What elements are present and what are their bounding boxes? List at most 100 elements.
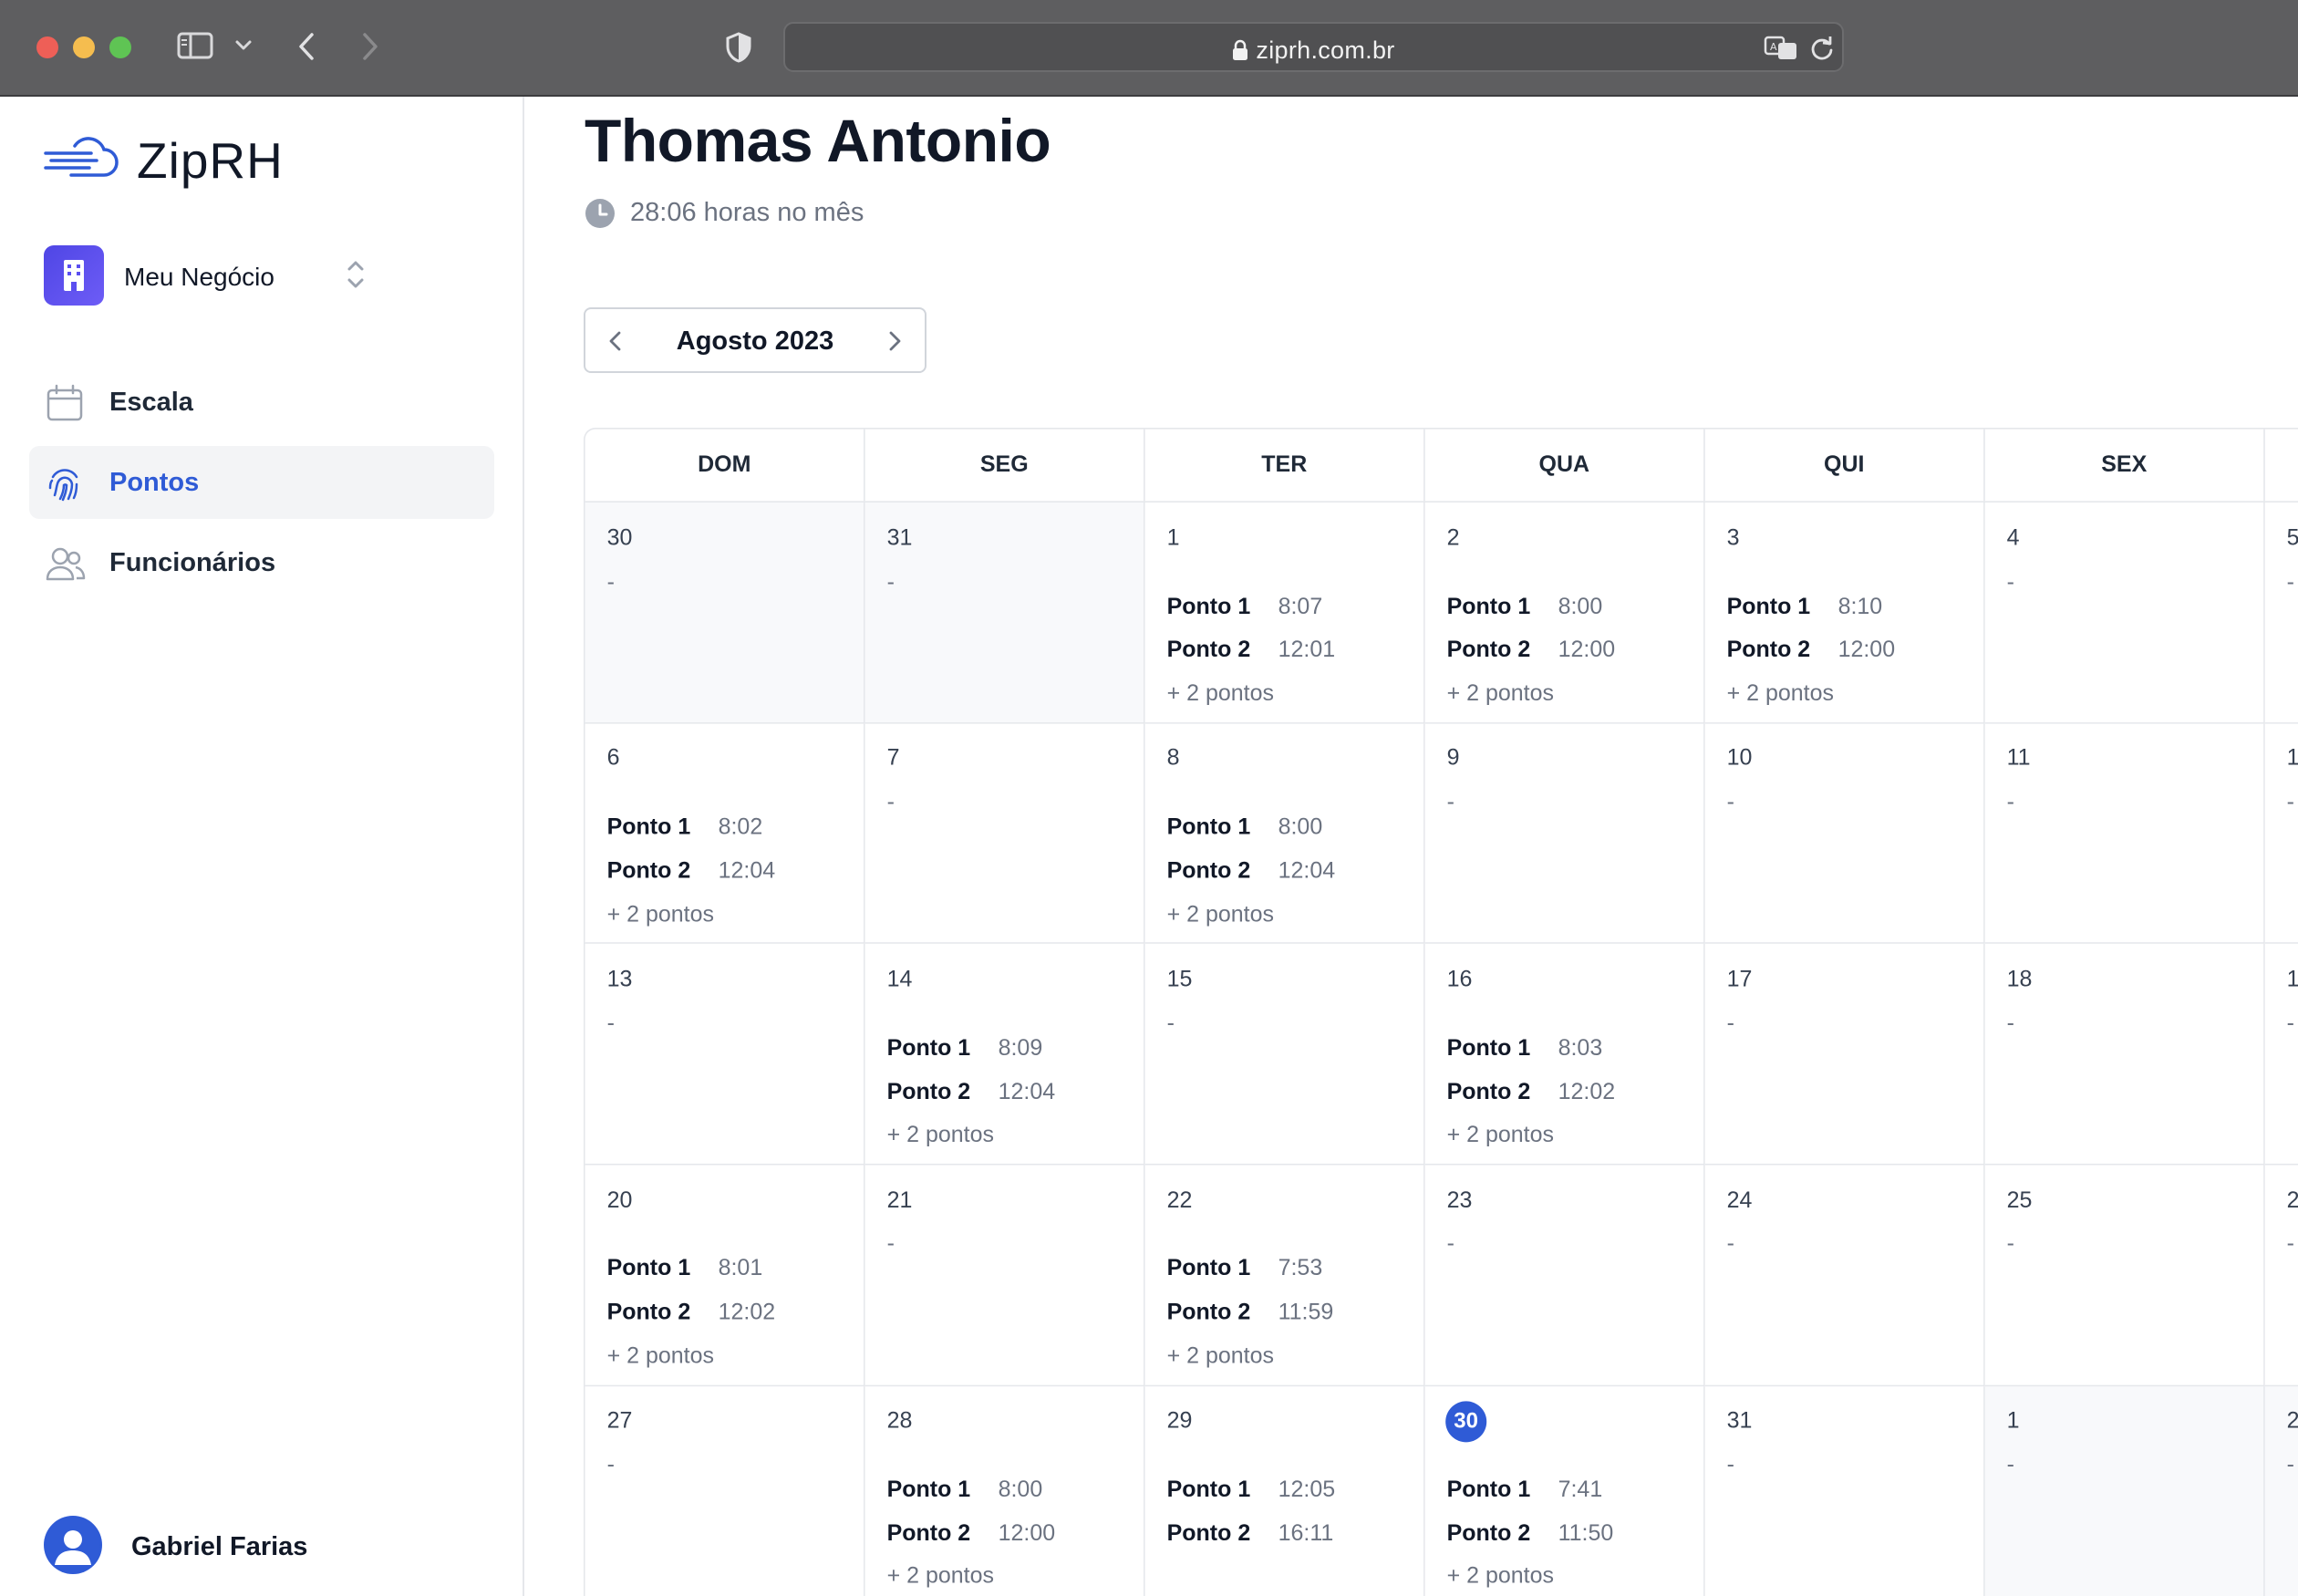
calendar-day-cell[interactable]: 13 - bbox=[585, 944, 865, 1166]
calendar-day-cell[interactable]: 1- bbox=[1984, 1385, 2265, 1596]
page-title: Thomas Antonio bbox=[585, 107, 1051, 174]
punch-time: 12:00 bbox=[1837, 637, 1896, 663]
more-punches-link[interactable]: + 2 pontos bbox=[1727, 682, 1834, 709]
calendar-day-cell[interactable]: 18 - bbox=[1984, 944, 2265, 1166]
calendar-day-cell[interactable]: 23 - bbox=[1424, 1165, 1705, 1386]
month-label: Agosto 2023 bbox=[676, 326, 834, 356]
calendar-day-cell[interactable]: 4- bbox=[1984, 503, 2265, 724]
zoom-window-button[interactable] bbox=[109, 36, 131, 58]
more-punches-link[interactable]: + 2 pontos bbox=[1167, 1344, 1274, 1371]
punch-time: 8:09 bbox=[998, 1035, 1043, 1061]
chevron-down-icon[interactable] bbox=[233, 36, 254, 59]
empty-day-marker: - bbox=[886, 1231, 895, 1257]
calendar-day-cell[interactable]: 16 Ponto 1 8:03 Ponto 2 12:02 + 2 pontos bbox=[1424, 944, 1705, 1166]
nav-item-funcionarios[interactable]: Funcionários bbox=[29, 526, 494, 599]
calendar-day-cell[interactable]: 9- bbox=[1424, 723, 1705, 945]
empty-day-marker: - bbox=[2006, 569, 2014, 595]
day-number: 8 bbox=[1166, 746, 1180, 772]
calendar-day-cell[interactable]: 17 - bbox=[1704, 944, 1985, 1166]
calendar-day-cell[interactable]: 30 - bbox=[585, 503, 865, 724]
calendar-day-cell[interactable]: 3 Ponto 1 8:10 Ponto 2 12:00 + 2 pontos bbox=[1704, 503, 1985, 724]
more-punches-link[interactable]: + 2 pontos bbox=[1447, 682, 1554, 709]
more-punches-link[interactable]: + 2 pontos bbox=[607, 903, 714, 929]
close-window-button[interactable] bbox=[36, 36, 58, 58]
user-name: Gabriel Farias bbox=[131, 1532, 308, 1561]
punch-time: 11:50 bbox=[1558, 1520, 1614, 1546]
logo-cloud-icon bbox=[44, 137, 119, 177]
chevron-right-icon[interactable] bbox=[885, 329, 905, 358]
punch-label: Ponto 2 bbox=[1446, 1520, 1531, 1546]
calendar-day-cell[interactable]: 27 - bbox=[585, 1385, 865, 1596]
calendar-day-cell[interactable]: 24 - bbox=[1704, 1165, 1985, 1386]
back-icon[interactable] bbox=[294, 31, 319, 67]
calendar-day-cell[interactable]: 5- bbox=[2264, 503, 2298, 724]
more-punches-link[interactable]: + 2 pontos bbox=[1167, 682, 1274, 709]
punch-label: Ponto 1 bbox=[1446, 1035, 1531, 1061]
punch-label: Ponto 1 bbox=[1166, 594, 1251, 619]
day-number: 15 bbox=[1166, 967, 1193, 992]
calendar-day-cell[interactable]: 25 - bbox=[1984, 1165, 2265, 1386]
empty-day-marker: - bbox=[2286, 1010, 2294, 1036]
more-punches-link[interactable]: + 2 pontos bbox=[1167, 903, 1274, 929]
weekday-header: QUA bbox=[1425, 429, 1705, 502]
weekday-header: SEX bbox=[1985, 429, 2265, 502]
forward-icon[interactable] bbox=[357, 31, 383, 67]
business-switcher[interactable]: Meu Negócio bbox=[44, 245, 372, 306]
calendar-day-cell[interactable]: 15 - bbox=[1144, 944, 1425, 1166]
more-punches-link[interactable]: + 2 pontos bbox=[1447, 1124, 1554, 1150]
calendar-day-cell[interactable]: 19 - bbox=[2264, 944, 2298, 1166]
calendar-day-cell[interactable]: 2- bbox=[2264, 1385, 2298, 1596]
empty-day-marker: - bbox=[2006, 1010, 2014, 1036]
translate-icon[interactable]: A bbox=[1764, 35, 1798, 67]
svg-text:A: A bbox=[1770, 41, 1777, 53]
punch-entry: Ponto 1 8:00 bbox=[1167, 815, 1323, 842]
calendar-day-cell[interactable]: 20 Ponto 1 8:01 Ponto 2 12:02 + 2 pontos bbox=[585, 1165, 865, 1386]
lock-icon bbox=[1232, 39, 1248, 67]
calendar-day-cell[interactable]: 29 Ponto 1 12:05 Ponto 2 16:11 bbox=[1144, 1385, 1425, 1596]
calendar-day-cell[interactable]: 14 Ponto 1 8:09 Ponto 2 12:04 + 2 pontos bbox=[864, 944, 1145, 1166]
calendar-day-cell[interactable]: 21 - bbox=[864, 1165, 1145, 1386]
more-punches-link[interactable]: + 2 pontos bbox=[607, 1344, 714, 1371]
weekday-header: QUI bbox=[1705, 429, 1985, 502]
calendar-day-cell[interactable]: 11 - bbox=[1984, 723, 2265, 945]
punch-time: 8:00 bbox=[1278, 814, 1323, 840]
sidebar-toggle-icon[interactable] bbox=[177, 31, 213, 65]
nav-item-pontos[interactable]: Pontos bbox=[29, 446, 494, 519]
empty-day-marker: - bbox=[1726, 1010, 1734, 1036]
shield-icon[interactable] bbox=[725, 31, 752, 68]
reload-icon[interactable] bbox=[1809, 35, 1835, 67]
address-bar[interactable]: ziprh.com.br A bbox=[783, 22, 1844, 72]
more-punches-link[interactable]: + 2 pontos bbox=[1447, 1565, 1554, 1591]
calendar-day-cell[interactable]: 31 - bbox=[1704, 1385, 1985, 1596]
calendar-day-cell[interactable]: 8 Ponto 1 8:00 Ponto 2 12:04 + 2 pontos bbox=[1144, 723, 1425, 945]
business-name: Meu Negócio bbox=[124, 263, 274, 291]
day-number: 14 bbox=[886, 967, 913, 992]
minimize-window-button[interactable] bbox=[73, 36, 95, 58]
calendar-day-cell[interactable]: 6 Ponto 1 8:02 Ponto 2 12:04 + 2 pontos bbox=[585, 723, 865, 945]
calendar-day-cell[interactable]: 22 Ponto 1 7:53 Ponto 2 11:59 + 2 pontos bbox=[1144, 1165, 1425, 1386]
user-profile[interactable]: Gabriel Farias bbox=[44, 1516, 427, 1574]
nav-item-escala[interactable]: Escala bbox=[29, 366, 494, 439]
punch-label: Ponto 1 bbox=[1446, 1477, 1531, 1502]
calendar-day-cell[interactable]: 28 Ponto 1 8:00 Ponto 2 12:00 + 2 pontos bbox=[864, 1385, 1145, 1596]
punch-label: Ponto 1 bbox=[1166, 814, 1251, 840]
more-punches-link[interactable]: + 2 pontos bbox=[887, 1565, 994, 1591]
punch-time: 7:41 bbox=[1558, 1477, 1603, 1502]
punch-entry: Ponto 1 8:10 bbox=[1727, 595, 1883, 621]
more-punches-link[interactable]: + 2 pontos bbox=[887, 1124, 994, 1150]
punch-time: 12:02 bbox=[718, 1300, 776, 1325]
fingerprint-icon bbox=[46, 464, 84, 507]
calendar-day-cell[interactable]: 31 - bbox=[864, 503, 1145, 724]
punch-entry: Ponto 2 12:01 bbox=[1167, 638, 1336, 665]
calendar-day-cell[interactable]: 26 - bbox=[2264, 1165, 2298, 1386]
calendar-day-cell[interactable]: 12 - bbox=[2264, 723, 2298, 945]
calendar-day-cell[interactable]: 7- bbox=[864, 723, 1145, 945]
punch-time: 12:04 bbox=[718, 858, 776, 884]
day-number: 26 bbox=[2287, 1188, 2298, 1215]
punch-entry: Ponto 1 8:03 bbox=[1447, 1036, 1603, 1062]
punch-time: 12:02 bbox=[1558, 1079, 1616, 1104]
calendar-day-cell[interactable]: 30 Ponto 1 7:41 Ponto 2 11:50 + 2 pontos bbox=[1424, 1385, 1705, 1596]
calendar-day-cell[interactable]: 2 Ponto 1 8:00 Ponto 2 12:00 + 2 pontos bbox=[1424, 503, 1705, 724]
calendar-day-cell[interactable]: 10 - bbox=[1704, 723, 1985, 945]
calendar-day-cell[interactable]: 1 Ponto 1 8:07 Ponto 2 12:01 + 2 pontos bbox=[1144, 503, 1425, 724]
